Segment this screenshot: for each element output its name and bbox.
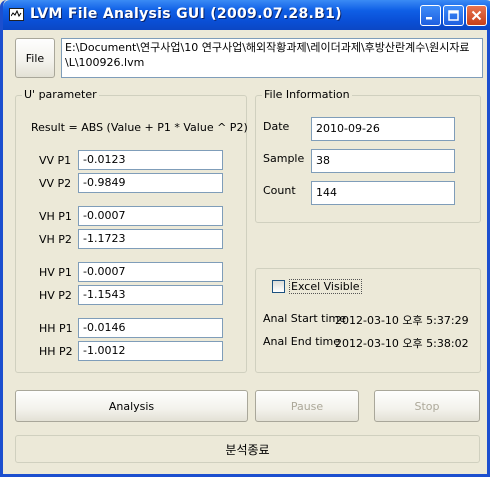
u-parameter-title: U' parameter — [22, 88, 99, 101]
hv-p1-field[interactable]: -0.0007 — [78, 262, 223, 282]
anal-end-value: 2012-03-10 오후 5:38:02 — [335, 337, 469, 350]
maximize-icon — [448, 10, 459, 21]
hv-p1-label: HV P1 — [39, 266, 72, 279]
maximize-button[interactable] — [443, 5, 464, 26]
minimize-button[interactable] — [420, 5, 441, 26]
status-text: 분석종료 — [225, 442, 270, 457]
count-field[interactable]: 144 — [311, 181, 455, 205]
vh-p1-label: VH P1 — [39, 210, 72, 223]
file-information-title: File Information — [262, 88, 352, 101]
vv-p1-field[interactable]: -0.0123 — [78, 150, 223, 170]
vh-p1-field[interactable]: -0.0007 — [78, 206, 223, 226]
excel-visible-label[interactable]: Excel Visible — [289, 279, 362, 294]
vv-p1-label: VV P1 — [39, 154, 72, 167]
sample-field[interactable]: 38 — [311, 149, 455, 173]
sample-label: Sample — [263, 152, 305, 165]
hv-p2-field[interactable]: -1.1543 — [78, 285, 223, 305]
hh-p2-label: HH P2 — [39, 345, 73, 358]
anal-end-label: Anal End time — [263, 335, 341, 348]
anal-start-label: Anal Start time — [263, 312, 347, 325]
title-bar[interactable]: LVM File Analysis GUI (2009.07.28.B1) — [3, 0, 490, 30]
formula-text: Result = ABS (Value + P1 * Value ^ P2) — [31, 121, 248, 134]
close-button[interactable] — [466, 5, 487, 26]
close-icon — [471, 10, 482, 21]
date-field[interactable]: 2010-09-26 — [311, 117, 455, 141]
count-label: Count — [263, 184, 296, 197]
hv-p2-label: HV P2 — [39, 289, 72, 302]
labview-app-icon — [9, 8, 24, 21]
vv-p2-field[interactable]: -0.9849 — [78, 173, 223, 193]
hh-p1-label: HH P1 — [39, 322, 73, 335]
window-title: LVM File Analysis GUI (2009.07.28.B1) — [30, 6, 342, 22]
hh-p1-field[interactable]: -0.0146 — [78, 318, 223, 338]
excel-visible-checkbox[interactable] — [272, 280, 285, 293]
hh-p2-field[interactable]: -1.0012 — [78, 341, 223, 361]
status-bar: 분석종료 — [15, 435, 480, 463]
anal-start-value: 2012-03-10 오후 5:37:29 — [335, 314, 469, 327]
date-label: Date — [263, 120, 290, 133]
minimize-icon — [426, 17, 432, 20]
stop-button[interactable]: Stop — [374, 390, 480, 422]
file-button[interactable]: File — [15, 38, 55, 78]
main-window: LVM File Analysis GUI (2009.07.28.B1) Fi… — [0, 0, 490, 477]
analysis-button[interactable]: Analysis — [15, 390, 248, 422]
pause-button[interactable]: Pause — [255, 390, 359, 422]
file-path-field[interactable]: E:\Document\연구사업\10 연구사업\해외작황과제\레이더과제\후방… — [61, 38, 483, 78]
vv-p2-label: VV P2 — [39, 177, 72, 190]
vh-p2-label: VH P2 — [39, 233, 72, 246]
vh-p2-field[interactable]: -1.1723 — [78, 229, 223, 249]
